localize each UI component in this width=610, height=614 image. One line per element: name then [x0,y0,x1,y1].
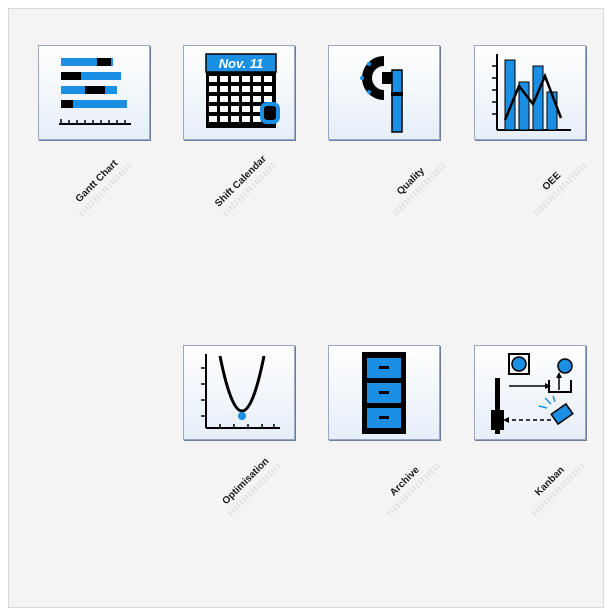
calendar-icon: Nov. 11 [205,53,280,128]
kanban-button[interactable] [474,345,586,440]
calendar-date-text: Nov. 11 [219,56,264,71]
shift-calendar-button[interactable]: Nov. 11 [183,45,295,140]
kanban-flow-icon [491,353,574,434]
quality-button[interactable] [328,45,440,140]
parabola-graph-icon [201,354,280,429]
gantt-chart-button[interactable] [38,45,150,140]
archive-button[interactable] [328,345,440,440]
micrometer-icon [360,56,403,133]
optimisation-button[interactable] [183,345,295,440]
bar-line-chart-icon [492,54,571,131]
oee-button[interactable] [474,45,586,140]
file-cabinet-icon [362,352,406,434]
gantt-chart-icon [59,58,131,125]
